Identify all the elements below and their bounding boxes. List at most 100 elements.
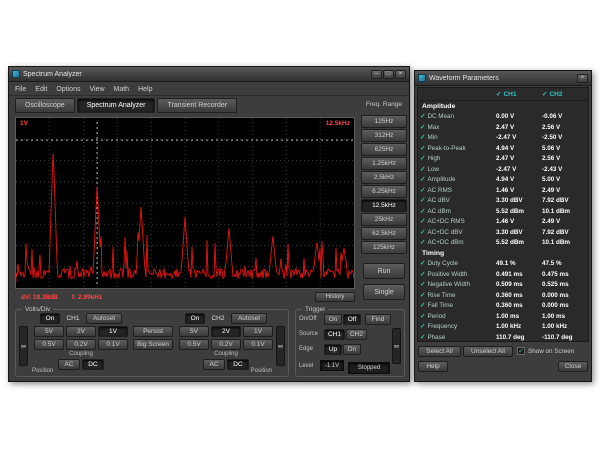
trigger-find-button[interactable]: Find xyxy=(365,314,391,325)
ch2-coupling-ac[interactable]: AC xyxy=(203,359,225,370)
spectrum-titlebar[interactable]: Spectrum Analyzer –□× xyxy=(9,67,409,82)
trigger-on-button[interactable]: On xyxy=(324,314,342,325)
param-row[interactable]: ✓Low-2.47 V-2.43 V xyxy=(418,164,588,175)
check-icon[interactable]: ✓ xyxy=(420,334,425,341)
spectrum-chart[interactable]: 1V 12.5kHz xyxy=(15,117,355,289)
menu-edit[interactable]: Edit xyxy=(35,86,47,93)
check-icon[interactable]: ✓ xyxy=(420,166,425,173)
trigger-source-ch1-button[interactable]: CH1 xyxy=(324,329,345,340)
minimize-button[interactable]: – xyxy=(371,70,382,79)
param-row[interactable]: ✓Frequency1.00 kHz1.00 kHz xyxy=(418,322,588,333)
check-icon[interactable]: ✓ xyxy=(420,271,425,278)
ch2-volts-1v[interactable]: 1V xyxy=(243,326,273,337)
check-icon[interactable]: ✓ xyxy=(420,313,425,320)
run-button[interactable]: Run xyxy=(363,263,405,279)
check-icon[interactable]: ✓ xyxy=(420,155,425,162)
param-row[interactable]: ✓AC+DC RMS1.46 V2.49 V xyxy=(418,217,588,228)
param-row[interactable]: ✓DC Mean0.00 V-0.06 V xyxy=(418,112,588,123)
check-icon[interactable]: ✓ xyxy=(420,292,425,299)
show-on-screen-checkbox[interactable]: ✓ Show on Screen xyxy=(517,347,574,355)
check-icon[interactable]: ✓ xyxy=(496,91,501,98)
freq-range-6.25khz[interactable]: 6.25kHz xyxy=(361,185,407,198)
ch1-on-button[interactable]: On xyxy=(40,313,60,324)
check-icon[interactable]: ✓ xyxy=(420,218,425,225)
freq-range-125hz[interactable]: 125Hz xyxy=(361,115,407,128)
ch1-volts-0.5v[interactable]: 0.5V xyxy=(34,339,64,350)
ch2-volts-2v[interactable]: 2V xyxy=(211,326,241,337)
menu-view[interactable]: View xyxy=(89,86,104,93)
help-button[interactable]: Help xyxy=(418,361,448,372)
param-row[interactable]: ✓Negative Width0.509 ms0.525 ms xyxy=(418,280,588,291)
param-row[interactable]: ✓Fall Time0.360 ms0.000 ms xyxy=(418,301,588,312)
ch1-volts-1v[interactable]: 1V xyxy=(98,326,128,337)
ch1-position-slider[interactable] xyxy=(19,326,28,366)
check-icon[interactable]: ✓ xyxy=(420,260,425,267)
maximize-button[interactable]: □ xyxy=(383,70,394,79)
ch1-volts-5v[interactable]: 5V xyxy=(34,326,64,337)
params-close-button[interactable]: × xyxy=(577,74,588,83)
ch1-volts-0.1v[interactable]: 0.1V xyxy=(98,339,128,350)
check-icon[interactable]: ✓ xyxy=(420,134,425,141)
check-icon[interactable]: ✓ xyxy=(420,281,425,288)
param-row[interactable]: ✓AC RMS1.46 V2.49 V xyxy=(418,185,588,196)
tab-transient-recorder[interactable]: Transient Recorder xyxy=(157,98,237,113)
ch2-autoset-button[interactable]: Autoset xyxy=(231,313,267,324)
unselect-all-button[interactable]: Unselect All xyxy=(463,346,513,357)
param-row[interactable]: ✓Peak-to-Peak4.94 V5.06 V xyxy=(418,143,588,154)
menu-help[interactable]: Help xyxy=(138,86,152,93)
menu-file[interactable]: File xyxy=(15,86,26,93)
menu-options[interactable]: Options xyxy=(56,86,80,93)
ch2-volts-0.2v[interactable]: 0.2V xyxy=(211,339,241,350)
slider-thumb[interactable] xyxy=(393,344,400,349)
check-icon[interactable]: ✓ xyxy=(420,229,425,236)
single-button[interactable]: Single xyxy=(363,284,405,300)
param-row[interactable]: ✓Amplitude4.94 V5.00 V xyxy=(418,175,588,186)
trigger-level-slider[interactable] xyxy=(392,328,401,364)
check-icon[interactable]: ✓ xyxy=(420,323,425,330)
slider-thumb[interactable] xyxy=(277,344,284,349)
freq-range-625hz[interactable]: 625Hz xyxy=(361,143,407,156)
close-button[interactable]: × xyxy=(395,70,406,79)
ch2-volts-0.1v[interactable]: 0.1V xyxy=(243,339,273,350)
tab-spectrum-analyzer[interactable]: Spectrum Analyzer xyxy=(77,98,156,113)
trigger-off-button[interactable]: Off xyxy=(343,314,361,325)
param-row[interactable]: ✓AC dBV3.30 dBV7.92 dBV xyxy=(418,196,588,207)
check-icon[interactable]: ✓ xyxy=(420,124,425,131)
param-row[interactable]: ✓Positive Width0.491 ms0.475 ms xyxy=(418,269,588,280)
param-row[interactable]: ✓Rise Time0.360 ms0.000 ms xyxy=(418,290,588,301)
ch1-autoset-button[interactable]: Autoset xyxy=(86,313,122,324)
menu-math[interactable]: Math xyxy=(114,86,130,93)
check-icon[interactable]: ✓ xyxy=(420,239,425,246)
trigger-edge-dn-button[interactable]: Dn xyxy=(343,344,361,355)
ch2-on-button[interactable]: On xyxy=(185,313,205,324)
trigger-edge-up-button[interactable]: Up xyxy=(324,344,342,355)
param-row[interactable]: ✓AC+DC dBV3.30 dBV7.92 dBV xyxy=(418,227,588,238)
persist-button[interactable]: Persist xyxy=(133,326,173,337)
param-row[interactable]: ✓AC dBm5.52 dBm10.1 dBm xyxy=(418,206,588,217)
freq-range-62.5khz[interactable]: 62.5kHz xyxy=(361,227,407,240)
param-row[interactable]: ✓Duty Cycle49.1 %47.5 % xyxy=(418,259,588,270)
select-all-button[interactable]: Select All xyxy=(418,346,461,357)
ch2-position-slider[interactable] xyxy=(276,326,285,366)
history-button[interactable]: History xyxy=(315,292,355,302)
check-icon[interactable]: ✓ xyxy=(542,91,547,98)
ch1-volts-2v[interactable]: 2V xyxy=(66,326,96,337)
param-row[interactable]: ✓AC+DC dBm5.52 dBm10.1 dBm xyxy=(418,238,588,249)
param-row[interactable]: ✓Phase110.7 deg-110.7 deg xyxy=(418,332,588,342)
param-row[interactable]: ✓Max2.47 V2.56 V xyxy=(418,122,588,133)
ch2-volts-0.5v[interactable]: 0.5V xyxy=(179,339,209,350)
freq-range-12.5khz[interactable]: 12.5kHz xyxy=(361,199,407,212)
check-icon[interactable]: ✓ xyxy=(420,197,425,204)
freq-range-25khz[interactable]: 25kHz xyxy=(361,213,407,226)
ch1-coupling-dc[interactable]: DC xyxy=(82,359,104,370)
check-icon[interactable]: ✓ xyxy=(420,208,425,215)
param-row[interactable]: ✓Min-2.47 V-2.50 V xyxy=(418,133,588,144)
freq-range-1.25khz[interactable]: 1.25kHz xyxy=(361,157,407,170)
trigger-source-ch2-button[interactable]: CH2 xyxy=(346,329,367,340)
close-button[interactable]: Close xyxy=(558,361,588,372)
big-screen-button[interactable]: Big Screen xyxy=(133,339,173,350)
freq-range-125khz[interactable]: 125kHz xyxy=(361,241,407,254)
check-icon[interactable]: ✓ xyxy=(420,176,425,183)
freq-range-2.5khz[interactable]: 2.5kHz xyxy=(361,171,407,184)
ch2-coupling-dc[interactable]: DC xyxy=(227,359,249,370)
